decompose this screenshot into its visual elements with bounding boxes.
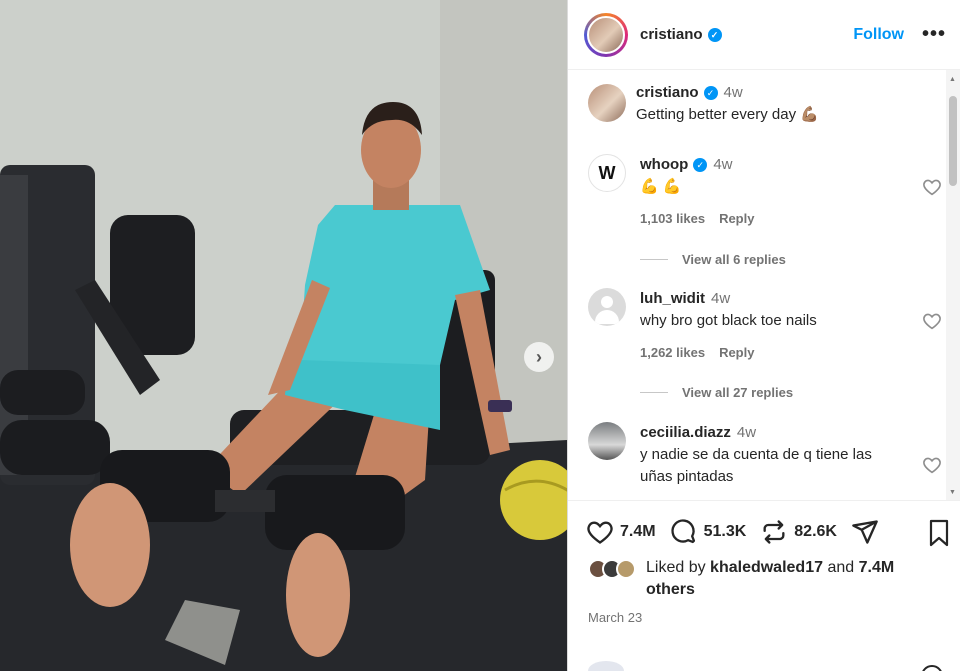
post-actions: 7.4M 51.3K 82.6K Liked by khaledwaled17 … [568,500,960,671]
caption-username[interactable]: cristiano [636,84,699,101]
reposts-count: 82.6K [794,523,837,540]
comment-username[interactable]: luh_widit [640,290,705,307]
liked-by-avatars[interactable] [588,557,642,581]
comments-scrollbar[interactable]: ▲ ▼ [946,70,960,500]
comment-username[interactable]: whoop [640,156,688,173]
more-options-icon[interactable]: ••• [922,23,946,46]
author-username-text[interactable]: cristiano [640,26,703,43]
whoop-logo-icon: W [598,162,616,183]
comment-text: 💪 💪 [640,178,682,195]
caption-avatar[interactable] [588,84,626,122]
liked-by-others[interactable]: others [646,581,695,598]
liked-by-count[interactable]: 7.4M [859,559,895,576]
like-button[interactable]: 7.4M [586,519,656,545]
comment-time: 4w [711,290,731,307]
send-icon [852,520,878,544]
view-replies-label[interactable]: View all 27 replies [682,385,793,400]
comment-likes[interactable]: 1,103 likes [640,211,705,226]
comment-text: why bro got black toe nails [640,312,817,329]
view-replies-button[interactable]: View all 6 replies [640,252,786,267]
comment-likes[interactable]: 1,262 likes [640,345,705,360]
like-comment-heart-icon[interactable] [922,178,942,196]
share-button[interactable] [851,518,879,546]
repost-icon [763,520,785,544]
comment-bubble-icon [670,519,695,544]
caption-text: Getting better every day 💪🏽 [636,106,819,123]
comment-text: y nadie se da cuenta de q tiene las uñas… [640,446,872,485]
next-image-button[interactable]: › [524,342,554,372]
author-username[interactable]: cristiano ✓ [640,26,722,43]
view-replies-label[interactable]: View all 6 replies [682,252,786,267]
heart-icon [587,521,613,544]
like-comment-heart-icon[interactable] [922,456,942,474]
whoop-avatar[interactable]: W [588,154,626,192]
comment-time: 4w [736,424,757,441]
comment-input-avatar [588,661,624,671]
post-date[interactable]: March 23 [588,610,642,625]
comments-count: 51.3K [703,523,747,540]
verified-badge-icon: ✓ [707,28,722,42]
scroll-down-icon[interactable]: ▼ [949,489,956,496]
commenter-avatar[interactable] [588,422,626,460]
bookmark-icon[interactable] [927,519,951,547]
comment-button[interactable]: 51.3K [670,518,747,546]
comment-row: ceciilia.diazz 4w y nadie se da cuenta de… [588,422,941,488]
comment-row: W whoop ✓ 4w 💪 💪 1,103 likes Reply [588,154,941,230]
comments-list[interactable]: cristiano ✓ 4w Getting better every day 💪🏽… [568,70,960,500]
reply-button[interactable]: Reply [719,211,754,226]
author-avatar[interactable] [584,12,628,57]
post-side-panel: cristiano ✓ Follow ••• cristiano ✓ 4w Getti… [567,0,960,671]
caption-row: cristiano ✓ 4w Getting better every day 💪🏽 [588,84,928,126]
post-photo-illustration [0,0,567,671]
view-replies-button[interactable]: View all 27 replies [640,385,793,400]
emoji-icon[interactable] [921,665,943,671]
verified-badge-icon: ✓ [693,158,708,172]
caption-time: 4w [723,84,743,101]
scroll-up-icon[interactable]: ▲ [949,76,956,83]
default-avatar-icon[interactable] [588,288,626,326]
likes-count: 7.4M [620,523,656,540]
reply-button[interactable]: Reply [719,345,754,360]
liked-by-prefix: Liked by [646,559,706,576]
comment-username[interactable]: ceciilia.diazz [640,424,731,441]
repost-button[interactable]: 82.6K [760,518,837,546]
verified-badge-icon: ✓ [703,86,718,100]
liked-by-user[interactable]: khaledwaled17 [710,559,823,576]
scrollbar-thumb[interactable] [949,96,957,186]
like-comment-heart-icon[interactable] [922,312,942,330]
liked-by-and: and [827,559,855,576]
post-image[interactable]: › [0,0,567,671]
follow-button[interactable]: Follow [853,26,904,44]
comment-time: 4w [713,156,733,173]
liked-by-summary: Liked by khaledwaled17 and 7.4M others [588,557,916,601]
chevron-right-icon: › [536,346,542,367]
post-header: cristiano ✓ Follow ••• [568,0,960,70]
comment-row: luh_widit 4w why bro got black toe nails … [588,288,941,364]
